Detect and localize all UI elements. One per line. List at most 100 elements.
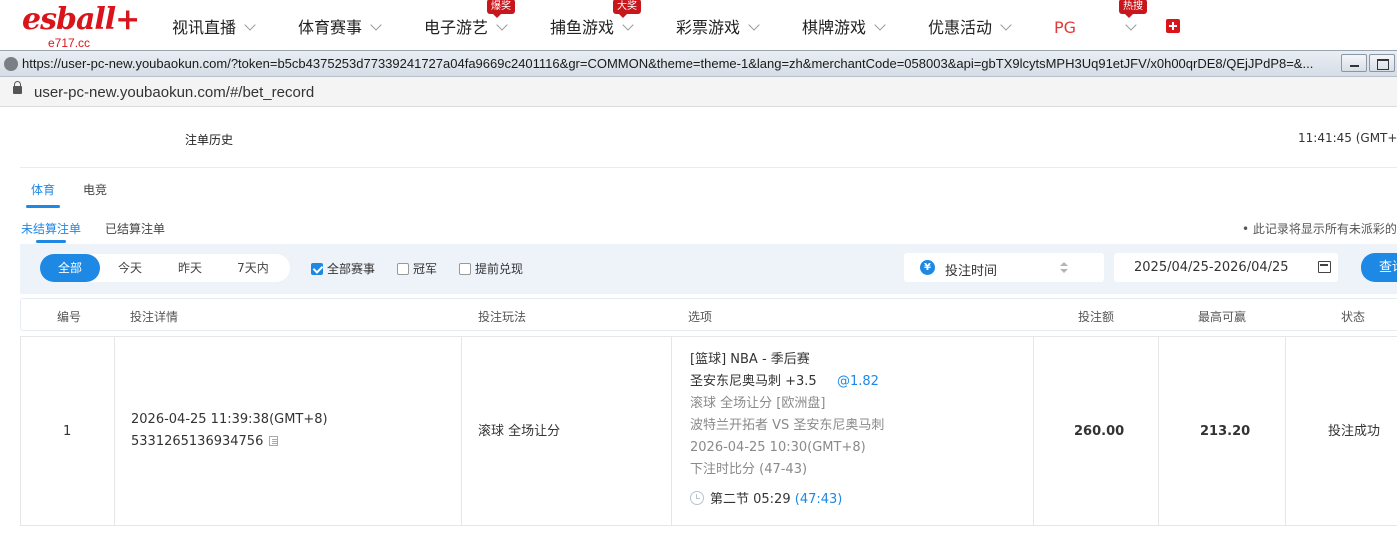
nav-item-label: 优惠活动 <box>928 18 993 37</box>
address-bar: user-pc-new.youbaokun.com/#/bet_record <box>0 77 1397 107</box>
nav-item-label: 棋牌游戏 <box>802 18 867 37</box>
popup-url: https://user-pc-new.youbaokun.com/?token… <box>22 56 1314 71</box>
option-match-time: 2026-04-25 10:30(GMT+8) <box>690 440 866 455</box>
jackpot-badge: 大奖 <box>613 0 641 18</box>
checkbox-icon <box>397 263 409 275</box>
checkbox-label: 全部赛事 <box>327 262 376 276</box>
table-row: 1 2026-04-25 11:39:38(GMT+8) 53312651369… <box>20 336 1397 526</box>
status-text: 投注成功 <box>1328 424 1381 439</box>
server-clock: 11:41:45 (GMT+8 <box>1298 131 1397 145</box>
divider <box>20 167 1397 168</box>
subtab-settled[interactable]: 已结算注单 <box>105 220 165 237</box>
checkbox-all-events[interactable]: 全部赛事 <box>311 261 375 277</box>
chevron-down-icon <box>1000 19 1012 31</box>
column-divider <box>114 337 115 525</box>
date-range-picker[interactable]: 2025/04/25-2026/04/25 <box>1114 253 1338 282</box>
checkbox-checked-icon <box>311 263 323 275</box>
chevron-down-icon <box>874 19 886 31</box>
range-all-button[interactable]: 全部 <box>40 254 100 282</box>
sort-select-value: 投注时间 <box>945 264 998 279</box>
query-button[interactable]: 查询 <box>1361 253 1397 282</box>
column-divider <box>461 337 462 525</box>
address-text: user-pc-new.youbaokun.com/#/bet_record <box>34 84 315 101</box>
minimize-button[interactable] <box>1341 54 1367 72</box>
bet-record-page: 注单历史 11:41:45 (GMT+8 体育 电竞 未结算注单 已结算注单 •… <box>0 107 1397 533</box>
stake-amount: 260.00 <box>1074 424 1125 439</box>
range-7days-button[interactable]: 7天内 <box>220 254 286 282</box>
logo-sub-text: e717.cc <box>48 36 91 50</box>
bet-id-cell: 5331265136934756 <box>131 431 279 453</box>
sort-select[interactable]: ¥ 投注时间 <box>904 253 1104 282</box>
nav-item-label: PG <box>1054 18 1077 37</box>
max-win-amount: 213.20 <box>1200 424 1251 439</box>
nav-item-pg[interactable]: PG <box>1054 14 1076 42</box>
column-header: 状态 <box>1341 310 1366 324</box>
hot-badge: 爆奖 <box>487 0 515 18</box>
column-divider <box>671 337 672 525</box>
bet-time: 2026-04-25 11:39:38(GMT+8) <box>131 412 328 427</box>
subtab-active-indicator <box>36 240 66 243</box>
row-number: 1 <box>63 424 72 439</box>
nav-item-slots[interactable]: 爆奖 电子游艺 <box>424 0 515 42</box>
option-score-at-bet: 下注时比分 (47-43) <box>690 462 808 477</box>
option-league: [篮球] NBA - 季后赛 <box>690 352 810 367</box>
checkbox-early-cashout[interactable]: 提前兑现 <box>459 261 523 277</box>
tab-sports[interactable]: 体育 <box>31 181 55 198</box>
column-header: 投注额 <box>1078 310 1115 324</box>
chevron-down-icon <box>370 19 382 31</box>
table-header: 编号 投注详情 投注玩法 选项 投注额 最高可赢 状态 <box>20 298 1397 331</box>
nav-item-label: 彩票游戏 <box>676 18 741 37</box>
chevron-down-icon <box>748 19 760 31</box>
option-live-status: 第二节 05:29 (47:43) <box>690 489 842 511</box>
filter-bar: 全部 今天 昨天 7天内 全部赛事 冠军 提前兑现 ¥ 投注时间 2025/04… <box>20 244 1397 294</box>
lock-icon <box>13 81 22 94</box>
tab-esports[interactable]: 电竞 <box>83 181 107 198</box>
chevron-down-icon <box>496 19 508 31</box>
bet-id: 5331265136934756 <box>131 434 264 449</box>
calendar-icon <box>1318 261 1331 273</box>
checkbox-champion[interactable]: 冠军 <box>397 261 437 277</box>
nav-item-sports[interactable]: 体育赛事 <box>298 14 382 42</box>
logo-text: esball+ <box>22 2 140 37</box>
chevron-down-icon <box>1125 19 1137 31</box>
checkbox-label: 提前兑现 <box>475 262 524 276</box>
date-range-segment: 全部 今天 昨天 7天内 <box>40 254 290 282</box>
subtab-unsettled[interactable]: 未结算注单 <box>21 220 81 237</box>
nav-item-chess-cards[interactable]: 棋牌游戏 <box>802 14 886 42</box>
site-logo[interactable]: esball+ e717.cc <box>22 2 140 50</box>
option-market: 滚球 全场让分 [欧洲盘] <box>690 396 826 411</box>
nav-item-hot-search[interactable]: 热搜 <box>1117 0 1147 42</box>
range-today-button[interactable]: 今天 <box>100 254 160 282</box>
nav-item-lottery[interactable]: 彩票游戏 <box>676 14 760 42</box>
checkbox-label: 冠军 <box>413 262 438 276</box>
nav-item-label: 视讯直播 <box>172 18 237 37</box>
nav-item-fishing[interactable]: 大奖 捕鱼游戏 <box>550 0 641 42</box>
date-range-value: 2025/04/25-2026/04/25 <box>1134 260 1289 275</box>
range-yesterday-button[interactable]: 昨天 <box>160 254 220 282</box>
maximize-button[interactable] <box>1369 54 1395 72</box>
bet-play-type: 滚球 全场让分 <box>478 424 561 439</box>
nav-item-label: 捕鱼游戏 <box>550 18 615 37</box>
globe-icon <box>4 57 18 71</box>
site-top-nav: esball+ e717.cc 视讯直播 体育赛事 爆奖 电子游艺 大奖 捕鱼游… <box>0 0 1397 50</box>
tab-active-indicator <box>26 205 60 208</box>
chevron-down-icon <box>244 19 256 31</box>
sort-arrows-icon <box>1060 262 1068 274</box>
popup-title-bar: https://user-pc-new.youbaokun.com/?token… <box>0 50 1397 77</box>
yen-icon: ¥ <box>920 260 935 275</box>
info-note: • 此记录将显示所有未派彩的 <box>1242 222 1397 236</box>
column-header: 编号 <box>57 310 82 324</box>
swiss-flag-icon[interactable] <box>1166 19 1180 33</box>
column-header: 投注玩法 <box>478 310 527 324</box>
column-header: 最高可赢 <box>1198 310 1247 324</box>
option-pick-line: 圣安东尼奥马刺 +3.5 <box>690 371 817 393</box>
nav-item-live-video[interactable]: 视讯直播 <box>172 14 256 42</box>
column-divider <box>1033 337 1034 525</box>
hot-search-badge: 热搜 <box>1119 0 1147 18</box>
nav-item-label: 体育赛事 <box>298 18 363 37</box>
option-pick: 圣安东尼奥马刺 +3.5 <box>690 374 817 389</box>
option-odds: @1.82 <box>837 374 879 389</box>
copy-icon[interactable] <box>269 436 279 446</box>
nav-item-promotions[interactable]: 优惠活动 <box>928 14 1012 42</box>
option-period: 第二节 05:29 <box>710 492 791 507</box>
